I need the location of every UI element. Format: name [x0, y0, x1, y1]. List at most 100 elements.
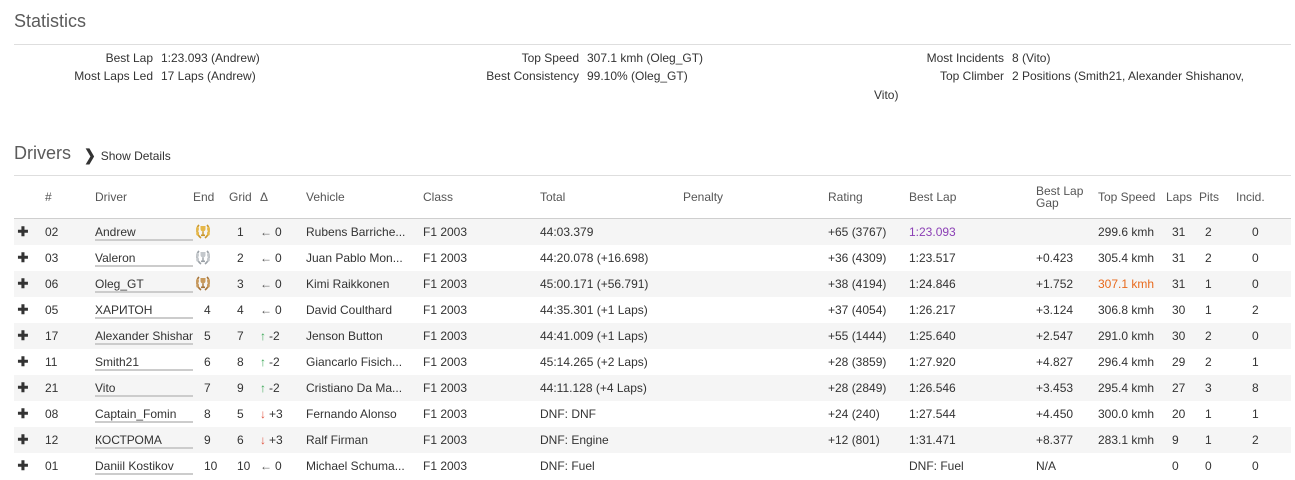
col-total[interactable]: Total	[540, 176, 683, 219]
incidents: 1	[1252, 355, 1259, 369]
col-vehicle[interactable]: Vehicle	[306, 176, 423, 219]
col-laps[interactable]: Laps	[1166, 176, 1199, 219]
col-class[interactable]: Class	[423, 176, 540, 219]
incidents: 0	[1252, 277, 1259, 291]
grid-position: 5	[237, 407, 244, 421]
car-number: 06	[45, 277, 59, 291]
class: F1 2003	[423, 381, 468, 395]
plus-icon[interactable]: ✚	[14, 453, 32, 479]
best-lap-gap: +8.377	[1036, 433, 1074, 447]
pits: 1	[1205, 433, 1212, 447]
driver-cell: Captain_Fomin	[77, 401, 193, 427]
table-header: # Driver End Grid Δ Vehicle Class Total …	[14, 176, 1291, 219]
col-top-speed[interactable]: Top Speed	[1098, 176, 1166, 219]
end-position-cell: 5	[204, 329, 211, 343]
col-rating[interactable]: Rating	[828, 176, 909, 219]
show-details-link[interactable]: ❯ Show Details	[84, 146, 171, 164]
plus-icon[interactable]: ✚	[14, 271, 32, 297]
driver-link[interactable]: Smith21	[95, 354, 193, 370]
col-incid[interactable]: Incid.	[1236, 176, 1291, 219]
delta-cell: ↑ -2	[260, 349, 306, 375]
class: F1 2003	[423, 433, 468, 447]
laurel-trophy-icon	[196, 224, 210, 239]
table-row[interactable]: ✚ 17 Alexander Shishanov 5 7 ↑-2 Jenson …	[14, 323, 1291, 349]
col-delta[interactable]: Δ	[260, 176, 306, 219]
end-position-cell: 7	[204, 381, 211, 395]
driver-link[interactable]: Daniil Kostikov	[95, 458, 193, 474]
grid-position: 7	[237, 329, 244, 343]
top-speed: 306.8 kmh	[1098, 303, 1155, 317]
laurel-trophy-icon	[196, 276, 210, 291]
table-row[interactable]: ✚ 03 Valeron 2 ← 0 Juan Pablo Mon... F1 2…	[14, 245, 1291, 271]
table-row[interactable]: ✚ 06 Oleg_GT 3 ← 0 Kimi Raikkonen F1 2003…	[14, 271, 1291, 297]
plus-icon[interactable]: ✚	[14, 349, 32, 375]
col-grid[interactable]: Grid	[229, 176, 260, 219]
table-row[interactable]: ✚ 12 КОСТРОМА 9 6 ↓ +3 Ralf Firman F1 200…	[14, 427, 1291, 453]
rating: +28 (2849)	[828, 381, 887, 395]
rating-progress-bar	[95, 421, 193, 423]
arrow-left-icon: ←	[260, 277, 272, 291]
delta-value: 0	[275, 225, 282, 239]
table-row[interactable]: ✚ 05 ХАРИТОН 4 4 ← 0 David Coulthard F1 2…	[14, 297, 1291, 323]
laps: 27	[1172, 381, 1186, 395]
table-row[interactable]: ✚ 21 Vito 7 9 ↑ -2 Cristiano Da Ma... F1 …	[14, 375, 1291, 401]
top-speed	[1098, 453, 1166, 479]
best-lap-gap: N/A	[1036, 459, 1057, 473]
rating-progress-bar	[95, 343, 193, 345]
pits: 2	[1205, 355, 1212, 369]
rating-progress-bar	[95, 447, 193, 449]
driver-link[interactable]: ХАРИТОН	[95, 302, 193, 318]
driver-link[interactable]: КОСТРОМА	[95, 432, 193, 448]
plus-icon[interactable]: ✚	[14, 427, 32, 453]
pits: 0	[1205, 459, 1212, 473]
incidents: 0	[1252, 329, 1259, 343]
arrow-up-icon: ↑	[260, 381, 266, 395]
grid-position: 1	[237, 225, 244, 239]
col-num[interactable]: #	[32, 176, 77, 219]
col-end[interactable]: End	[193, 176, 229, 219]
plus-icon[interactable]: ✚	[14, 219, 32, 246]
stat-value: 99.10% (Oleg_GT)	[587, 69, 688, 83]
grid-position: 10	[237, 459, 251, 473]
delta-value: -2	[269, 355, 280, 369]
plus-icon[interactable]: ✚	[14, 401, 32, 427]
total-time: DNF: Engine	[540, 433, 609, 447]
top-speed: 296.4 kmh	[1098, 355, 1155, 369]
driver-link[interactable]: Andrew	[95, 224, 193, 240]
col-penalty[interactable]: Penalty	[683, 176, 828, 219]
driver-link[interactable]: Captain_Fomin	[95, 406, 193, 422]
penalty	[683, 271, 828, 297]
table-row[interactable]: ✚ 11 Smith21 6 8 ↑ -2 Giancarlo Fisich...…	[14, 349, 1291, 375]
driver-cell: КОСТРОМА	[77, 427, 193, 453]
chevron-right-icon: ❯	[84, 146, 96, 164]
stat-label: Most Incidents	[926, 51, 1004, 65]
table-row[interactable]: ✚ 08 Captain_Fomin 8 5 ↓ +3 Fernando Alon…	[14, 401, 1291, 427]
pits: 1	[1205, 407, 1212, 421]
penalty	[683, 245, 828, 271]
col-pits[interactable]: Pits	[1199, 176, 1236, 219]
driver-link[interactable]: Oleg_GT	[95, 276, 193, 292]
driver-link[interactable]: Valeron	[95, 250, 193, 266]
table-row[interactable]: ✚ 02 Andrew 1 ← 0 Rubens Barriche... F1 2…	[14, 218, 1291, 246]
driver-cell: Oleg_GT	[77, 271, 193, 297]
plus-icon[interactable]: ✚	[14, 323, 32, 349]
stat-label: Most Laps Led	[74, 69, 153, 83]
statistics-title: Statistics	[14, 11, 87, 31]
plus-icon[interactable]: ✚	[14, 297, 32, 323]
class: F1 2003	[423, 303, 468, 317]
driver-link[interactable]: Alexander Shishanov	[95, 328, 193, 344]
car-number: 03	[45, 251, 59, 265]
col-best-lap[interactable]: Best Lap	[909, 176, 1036, 219]
pits: 1	[1205, 303, 1212, 317]
pits: 3	[1205, 381, 1212, 395]
plus-icon[interactable]: ✚	[14, 245, 32, 271]
rating	[828, 453, 909, 479]
stats-column-3: Most Incidents 8 (Vito) Top Climber 2 Posi…	[865, 51, 1244, 87]
col-best-lap-gap[interactable]: Best Lap Gap	[1036, 176, 1098, 219]
plus-icon[interactable]: ✚	[14, 375, 32, 401]
driver-link[interactable]: Vito	[95, 380, 193, 396]
best-lap: 1:24.846	[909, 277, 956, 291]
col-driver[interactable]: Driver	[77, 176, 193, 219]
table-row[interactable]: ✚ 01 Daniil Kostikov 10 10 ← 0 Michael Sc…	[14, 453, 1291, 479]
vehicle: Rubens Barriche...	[306, 225, 406, 239]
